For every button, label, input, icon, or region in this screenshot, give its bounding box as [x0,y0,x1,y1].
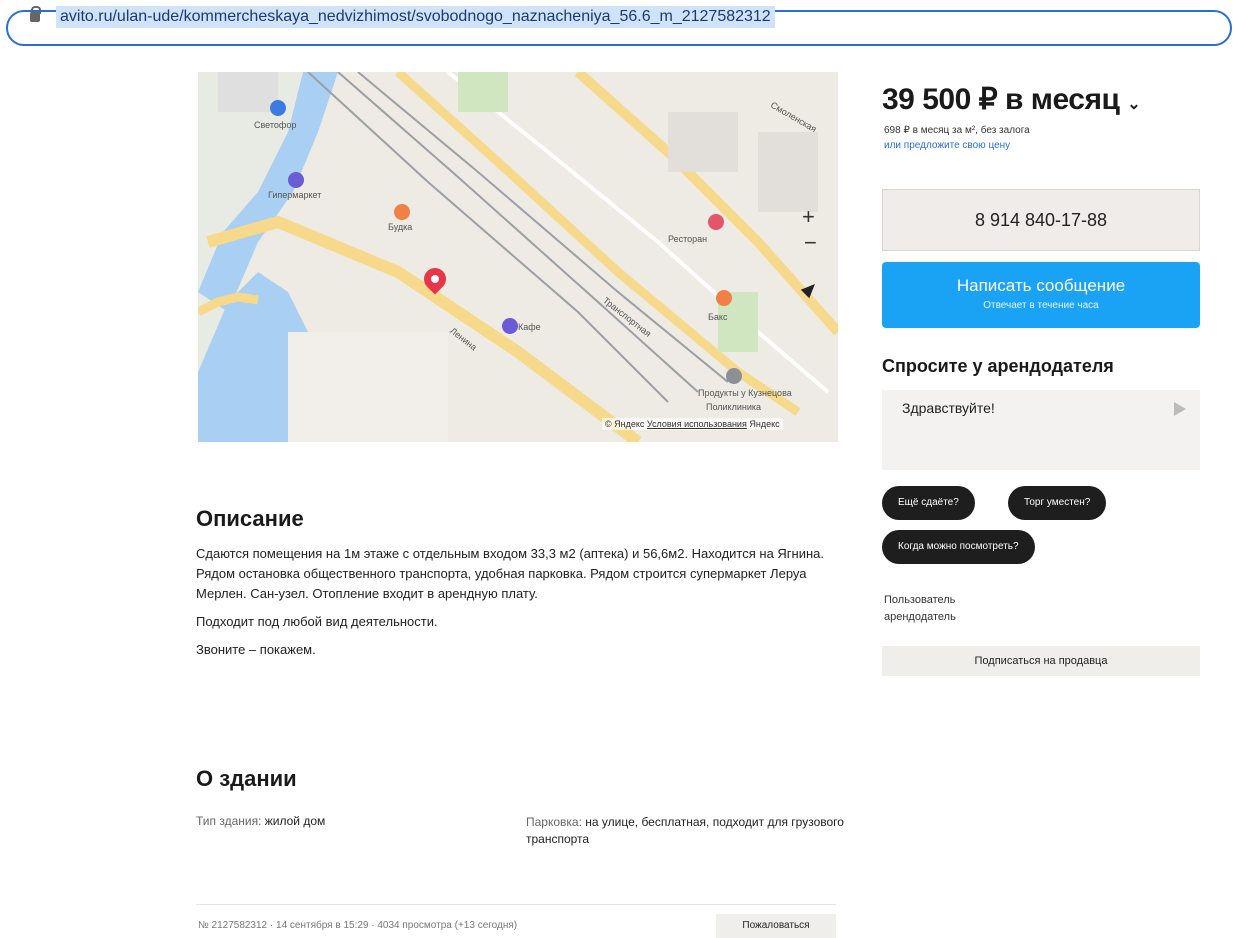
map-label: Продукты у Кузнецова [698,388,792,398]
description-paragraph: Подходит под любой вид деятельности. [196,614,438,629]
map-label: Поликлиника [706,402,762,412]
map-copyright-text: © Яндекс [605,419,645,429]
send-icon[interactable] [1174,402,1186,416]
map-copyright: © Яндекс Условия использования Яндекс [602,418,783,430]
show-phone-button[interactable]: 8 914 840-17-88 [882,189,1200,251]
ask-landlord-title: Спросите у арендодателя [882,356,1114,376]
browser-address-bar: avito.ru/ulan-ude/kommercheskaya_nedvizh… [0,0,1238,58]
map-terms-link[interactable]: Условия использования [647,419,747,429]
listing-meta: № 2127582312 · 14 сентября в 15:29 · 403… [198,920,518,931]
map-brand: Яндекс [749,419,780,429]
description-paragraph: Сдаются помещения на 1м этаже с отдельны… [196,546,824,601]
price-details: 698 ₽ в месяц за м², без залога [884,125,1030,136]
poi-icon[interactable] [708,214,724,230]
ask-message-input[interactable]: Здравствуйте! [882,390,1200,470]
building-type-value: жилой дом [264,814,326,828]
poi-icon[interactable] [394,204,410,220]
complain-button[interactable]: Пожаловаться [716,914,836,938]
quick-question-chip[interactable]: Ещё сдаёте? [882,486,975,520]
write-message-label: Написать сообщение [956,276,1126,295]
seller-info[interactable]: Пользователь арендодатель [884,592,1024,626]
map-label: Светофор [254,120,297,130]
description-title: Описание [196,506,304,531]
map-label: Будка [388,222,413,232]
parking-label: Парковка: [526,815,582,829]
map-label: Ресторан [668,234,708,244]
price[interactable]: 39 500 ₽ в месяц ⌄ [882,82,1141,117]
description-text: Сдаются помещения на 1м этаже с отдельны… [196,544,836,668]
response-time-label: Отвечает в течение часа [983,300,1099,311]
quick-question-chip[interactable]: Торг уместен? [1008,486,1107,520]
poi-icon[interactable] [726,368,742,384]
lock-icon [30,6,41,22]
parking-info: Парковка: на улице, бесплатная, подходит… [526,814,846,848]
ask-message-text[interactable]: Здравствуйте! [902,400,995,416]
building-type: Тип здания: жилой дом [196,814,325,828]
url-text[interactable]: avito.ru/ulan-ude/kommercheskaya_nedvizh… [56,6,775,28]
map-widget[interactable]: Светофор Гипермаркет Будка Ленина Кафе Р… [198,72,838,442]
poi-icon[interactable] [270,100,286,116]
zoom-out-button[interactable]: − [804,230,817,256]
location-pin-dot [431,275,439,283]
write-message-button[interactable]: Написать сообщение Отвечает в течение ча… [882,262,1200,328]
price-text: 39 500 ₽ в месяц [882,83,1120,116]
chevron-down-icon[interactable]: ⌄ [1127,96,1140,113]
building-type-label: Тип здания: [196,814,262,828]
quick-question-chip[interactable]: Когда можно посмотреть? [882,530,1035,564]
offer-price-link[interactable]: или предложите свою цену [884,140,1010,151]
subscribe-seller-button[interactable]: Подписаться на продавца [882,646,1200,676]
map-label: Кафе [518,322,541,332]
building-title: О здании [196,766,297,791]
map-label: Гипермаркет [268,190,322,200]
poi-icon[interactable] [716,290,732,306]
description-paragraph: Звоните – покажем. [196,642,316,657]
poi-icon[interactable] [502,318,518,334]
poi-icon[interactable] [288,172,304,188]
divider [196,904,836,905]
map-label: Бакс [708,312,728,322]
zoom-in-button[interactable]: + [802,204,815,230]
